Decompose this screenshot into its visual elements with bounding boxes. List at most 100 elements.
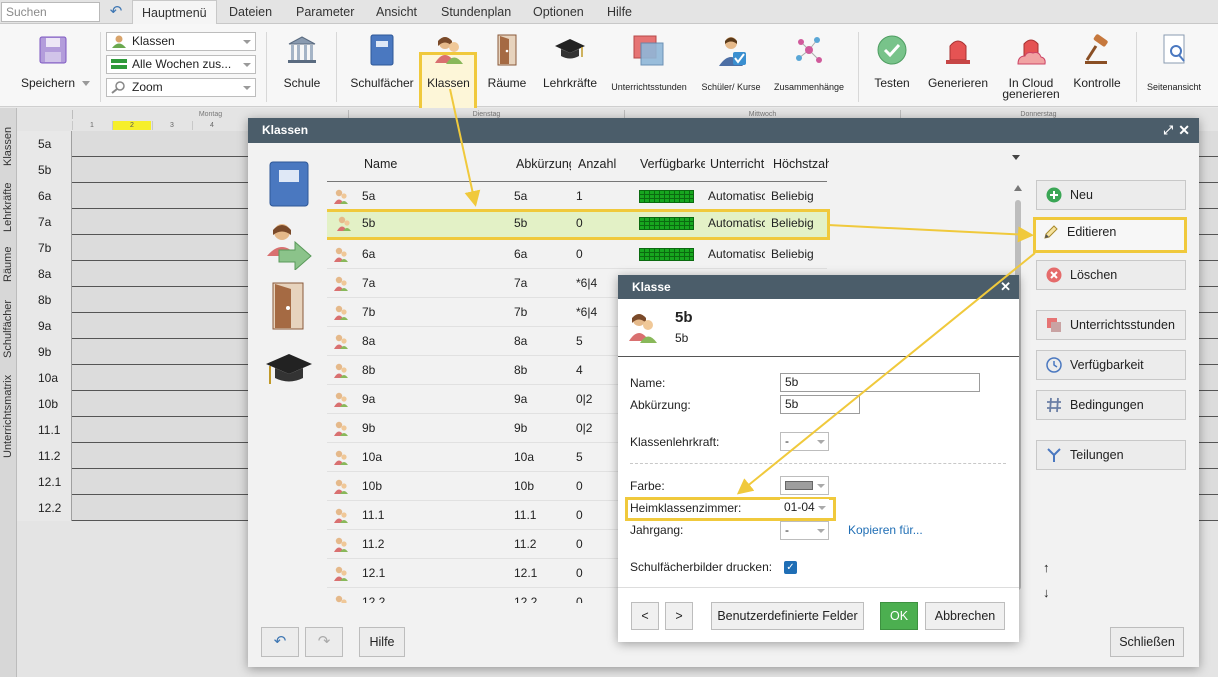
vtab-raeume[interactable]: Räume [0,236,17,284]
maximize-icon[interactable]: ⤢ [1163,118,1173,143]
vtab-lehrkraefte[interactable]: Lehrkräfte [0,170,17,234]
table-row[interactable]: 5a 5a 1 Automatisch Beliebig [327,182,827,211]
grid-row-label[interactable]: 5a [17,131,72,157]
grid-row-label[interactable]: 7b [17,235,72,261]
schueler-kurse-label: Schüler/ Kurse [701,82,761,92]
farbe-select[interactable] [780,476,829,495]
grid-row-label[interactable]: 10a [17,365,72,391]
close-icon[interactable]: ✕ [1000,275,1011,299]
testen-button[interactable]: Testen [868,32,916,92]
klassen-combo[interactable]: Klassen [106,32,256,51]
klassen-button[interactable]: Klassen [422,32,475,92]
in-cloud-generieren-button[interactable]: In Cloud generieren [998,32,1064,100]
network-icon [796,37,822,63]
scroll-up-icon[interactable] [1014,185,1022,191]
grid-row-label[interactable]: 8a [17,261,72,287]
grid-row-label[interactable]: 9a [17,313,72,339]
grid-row-label[interactable]: 9b [17,339,72,365]
schulfaecher-label: Schulfächer [350,76,414,90]
neu-button[interactable]: Neu [1036,180,1186,210]
cell-abkuerzung: 7a [514,276,528,290]
chevron-down-icon[interactable] [82,81,90,86]
schulfaecher-button[interactable]: Schulfächer [348,32,416,92]
bedingungen-button[interactable]: Bedingungen [1036,390,1186,420]
lehrkraefte-button[interactable]: Lehrkräfte [538,32,602,92]
abkuerzung-field[interactable]: 5b [780,395,860,414]
seitenansicht-button[interactable]: Seitenansicht [1144,32,1204,92]
column-header-anzahl[interactable]: Anzahl [578,157,622,171]
zoom-combo[interactable]: Zoom [106,78,256,97]
grid-row-label[interactable]: 11.2 [17,443,72,469]
schule-button[interactable]: Schule [280,32,324,92]
grid-row-label[interactable]: 5b [17,157,72,183]
cancel-button[interactable]: Abbrechen [925,602,1005,630]
prev-button[interactable]: < [631,602,659,630]
table-row[interactable]: 6a 6a 0 Automatisch Beliebig [327,240,827,269]
vtab-klassen[interactable]: Klassen [0,108,17,168]
cloud-alarm-icon [1017,39,1046,65]
raeume-button[interactable]: Räume [484,32,530,92]
kopieren-link[interactable]: Kopieren für... [848,523,923,537]
custom-fields-button[interactable]: Benutzerdefinierte Felder [711,602,864,630]
unterrichtsstunden-button[interactable]: Unterrichtsstunden [1036,310,1186,340]
column-header-unterricht[interactable]: Unterricht [710,157,767,171]
grid-row-label[interactable]: 10b [17,391,72,417]
jahrgang-select[interactable]: - [780,521,829,540]
hilfe-button[interactable]: Hilfe [359,627,405,657]
cell-name: 5b [362,216,376,230]
vtab-unterrichtsmatrix[interactable]: Unterrichtsmatrix [0,362,17,460]
chevron-down-icon [243,86,251,90]
column-header-verfuegbarkeit[interactable]: Verfügbarkeit [640,157,705,171]
book-icon [269,161,309,207]
schueler-kurse-button[interactable]: Schüler/ Kurse [697,32,765,92]
grid-row-label[interactable]: 11.1 [17,417,72,443]
cell-name: 9a [362,392,376,406]
search-input[interactable]: Suchen [1,2,100,22]
grid-row-label[interactable]: 12.1 [17,469,72,495]
grid-row-label[interactable]: 6a [17,183,72,209]
grid-row-label[interactable]: 7a [17,209,72,235]
unterrichtsstunden-button[interactable]: Unterrichtsstunden [608,32,690,92]
ok-button[interactable]: OK [880,602,918,630]
tab-stundenplan[interactable]: Stundenplan [441,0,511,24]
undo-icon[interactable]: ↶ [105,3,127,21]
move-down-icon[interactable]: ↓ [1043,585,1050,600]
schulfaecherbilder-checkbox[interactable]: ✓ [784,561,797,574]
klassenlehrkraft-select[interactable]: - [780,432,829,451]
schliessen-button[interactable]: Schließen [1110,627,1184,657]
column-header-hoechstzahl[interactable]: Höchstzahl [773,157,829,171]
close-icon[interactable]: ✕ [1178,118,1190,143]
editieren-button[interactable]: Editieren [1033,217,1187,253]
vtab-schulfaecher[interactable]: Schulfächer [0,286,17,360]
chevron-down-icon[interactable] [1012,155,1020,160]
teilungen-button[interactable]: Teilungen [1036,440,1186,470]
verfuegbarkeit-button[interactable]: Verfügbarkeit [1036,350,1186,380]
undo-button[interactable]: ↶ [261,627,299,657]
tab-parameter[interactable]: Parameter [296,0,354,24]
loeschen-button[interactable]: Löschen [1036,260,1186,290]
heimklassenzimmer-select[interactable]: 01-04 [780,499,829,518]
column-header-abkuerzung[interactable]: Abkürzung [516,157,571,171]
klassen-label: Klassen [427,76,470,90]
editieren-label: Editieren [1067,225,1117,239]
column-header-name[interactable]: Name [364,157,504,171]
tab-hilfe[interactable]: Hilfe [607,0,632,24]
redo-button[interactable]: ↷ [305,627,343,657]
save-button[interactable]: Speichern [18,32,98,92]
tab-hauptmenu[interactable]: Hauptmenü [132,0,217,24]
availability-bar [639,190,694,203]
grid-row-label[interactable]: 8b [17,287,72,313]
weeks-combo[interactable]: Alle Wochen zus... [106,55,256,74]
table-row-selected[interactable]: 5b 5b 0 Automatisch Beliebig [327,209,830,240]
kontrolle-button[interactable]: Kontrolle [1070,32,1124,92]
cell-abkuerzung: 11.2 [514,537,537,551]
zusammenhaenge-button[interactable]: Zusammenhänge [772,32,846,92]
tab-ansicht[interactable]: Ansicht [376,0,417,24]
next-button[interactable]: > [665,602,693,630]
tab-dateien[interactable]: Dateien [229,0,272,24]
grid-row-label[interactable]: 12.2 [17,495,72,521]
tab-optionen[interactable]: Optionen [533,0,584,24]
name-field[interactable]: 5b [780,373,980,392]
generieren-button[interactable]: Generieren [924,32,992,92]
move-up-icon[interactable]: ↑ [1043,560,1050,575]
